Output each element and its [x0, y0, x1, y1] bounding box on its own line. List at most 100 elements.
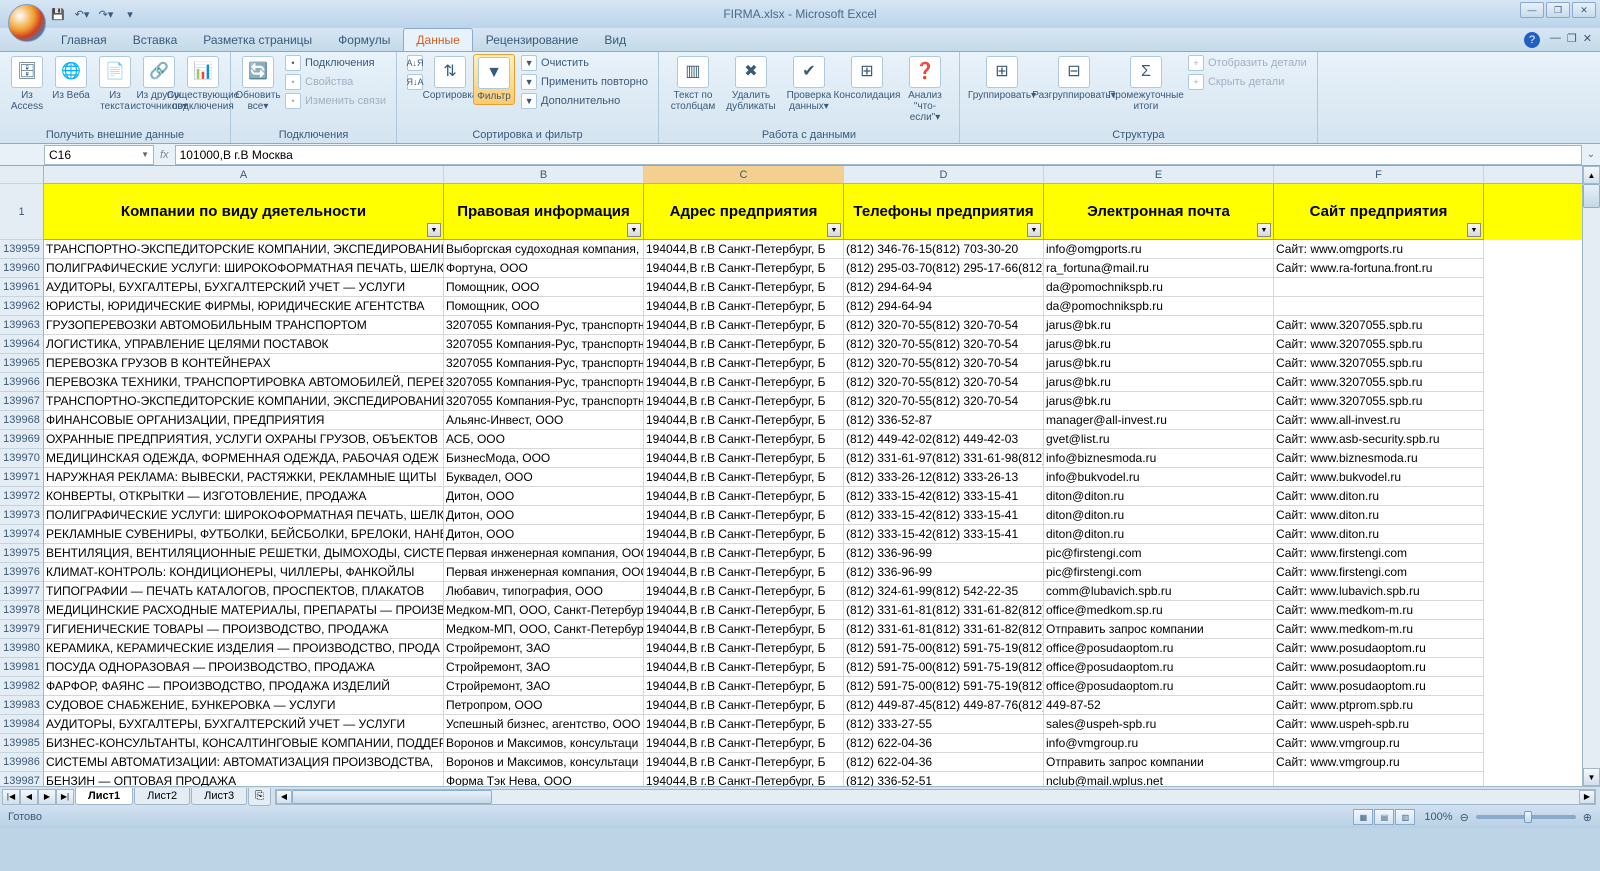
table-cell[interactable]: 194044,В г.В Санкт-Петербург, Б: [644, 487, 844, 506]
table-cell[interactable]: ТИПОГРАФИИ — ПЕЧАТЬ КАТАЛОГОВ, ПРОСПЕКТО…: [44, 582, 444, 601]
table-cell[interactable]: 194044,В г.В Санкт-Петербург, Б: [644, 563, 844, 582]
table-cell[interactable]: МЕДИЦИНСКИЕ РАСХОДНЫЕ МАТЕРИАЛЫ, ПРЕПАРА…: [44, 601, 444, 620]
table-cell[interactable]: Первая инженерная компания, ООО: [444, 544, 644, 563]
row-header[interactable]: 139970: [0, 449, 43, 468]
row-header[interactable]: 139969: [0, 430, 43, 449]
table-cell[interactable]: Дитон, ООО: [444, 525, 644, 544]
table-cell[interactable]: diton@diton.ru: [1044, 525, 1274, 544]
table-cell[interactable]: 3207055 Компания-Рус, транспортн: [444, 373, 644, 392]
table-cell[interactable]: (812) 591-75-00(812) 591-75-19(812) 5: [844, 639, 1044, 658]
table-cell[interactable]: gvet@list.ru: [1044, 430, 1274, 449]
table-cell[interactable]: ОХРАННЫЕ ПРЕДПРИЯТИЯ, УСЛУГИ ОХРАНЫ ГРУЗ…: [44, 430, 444, 449]
table-cell[interactable]: [1274, 297, 1484, 316]
table-cell[interactable]: 3207055 Компания-Рус, транспортн: [444, 316, 644, 335]
table-cell[interactable]: 194044,В г.В Санкт-Петербург, Б: [644, 715, 844, 734]
row-header[interactable]: 139967: [0, 392, 43, 411]
ribbon-small-button[interactable]: •Изменить связи: [281, 92, 390, 110]
close-button[interactable]: ✕: [1572, 2, 1596, 18]
undo-icon[interactable]: ↶▾: [72, 4, 92, 24]
table-cell[interactable]: Сайт: www.3207055.spb.ru: [1274, 354, 1484, 373]
column-header[interactable]: C: [644, 166, 844, 183]
doc-restore[interactable]: ❐: [1567, 32, 1577, 45]
table-cell[interactable]: (812) 449-87-45(812) 449-87-76(812): [844, 696, 1044, 715]
doc-close[interactable]: ✕: [1583, 32, 1592, 45]
scroll-right-icon[interactable]: ▶: [1579, 790, 1595, 804]
table-cell[interactable]: 194044,В г.В Санкт-Петербург, Б: [644, 620, 844, 639]
normal-view-button[interactable]: ▦: [1353, 809, 1373, 825]
table-cell[interactable]: (812) 346-76-15(812) 703-30-20: [844, 240, 1044, 259]
ribbon-tab[interactable]: Формулы: [325, 28, 403, 51]
maximize-button[interactable]: ❐: [1546, 2, 1570, 18]
table-cell[interactable]: Воронов и Максимов, консультаци: [444, 753, 644, 772]
table-cell[interactable]: Помощник, ООО: [444, 297, 644, 316]
table-cell[interactable]: РЕКЛАМНЫЕ СУВЕНИРЫ, ФУТБОЛКИ, БЕЙСБОЛКИ,…: [44, 525, 444, 544]
sort-az-button[interactable]: А↓Я: [403, 54, 427, 72]
row-header[interactable]: 139977: [0, 582, 43, 601]
table-cell[interactable]: Стройремонт, ЗАО: [444, 639, 644, 658]
table-cell[interactable]: diton@diton.ru: [1044, 506, 1274, 525]
table-cell[interactable]: Медком-МП, ООО, Санкт-Петербур: [444, 620, 644, 639]
table-cell[interactable]: (812) 331-61-81(812) 331-61-82(812) 3: [844, 620, 1044, 639]
table-cell[interactable]: 194044,В г.В Санкт-Петербург, Б: [644, 278, 844, 297]
row-header[interactable]: 139986: [0, 753, 43, 772]
ribbon-button[interactable]: ✔Проверка данных▾: [781, 54, 837, 114]
table-cell[interactable]: 3207055 Компания-Рус, транспортн: [444, 354, 644, 373]
row-header[interactable]: 139971: [0, 468, 43, 487]
table-cell[interactable]: ФИНАНСОВЫЕ ОРГАНИЗАЦИИ, ПРЕДПРИЯТИЯ: [44, 411, 444, 430]
refresh-all-button[interactable]: 🔄Обновить все▾: [237, 54, 279, 114]
table-cell[interactable]: Отправить запрос компании: [1044, 620, 1274, 639]
table-cell[interactable]: jarus@bk.ru: [1044, 316, 1274, 335]
ribbon-button[interactable]: ❓Анализ "что-если"▾: [897, 54, 953, 125]
table-cell[interactable]: 194044,В г.В Санкт-Петербург, Б: [644, 772, 844, 786]
table-cell[interactable]: 194044,В г.В Санкт-Петербург, Б: [644, 696, 844, 715]
zoom-level[interactable]: 100%: [1424, 811, 1452, 823]
ribbon-button[interactable]: ✖Удалить дубликаты: [723, 54, 779, 114]
filter-button[interactable]: ▼Фильтр: [473, 54, 515, 105]
table-cell[interactable]: БизнесМода, ООО: [444, 449, 644, 468]
formula-input[interactable]: 101000,В г.В Москва: [175, 145, 1582, 165]
row-header[interactable]: 139962: [0, 297, 43, 316]
ribbon-small-button[interactable]: ▼Очистить: [517, 54, 652, 72]
help-icon[interactable]: ?: [1524, 32, 1540, 48]
table-cell[interactable]: manager@all-invest.ru: [1044, 411, 1274, 430]
table-cell[interactable]: 194044,В г.В Санкт-Петербург, Б: [644, 449, 844, 468]
table-cell[interactable]: (812) 336-52-87: [844, 411, 1044, 430]
row-header[interactable]: 139979: [0, 620, 43, 639]
table-cell[interactable]: (812) 294-64-94: [844, 297, 1044, 316]
table-cell[interactable]: АСБ, ООО: [444, 430, 644, 449]
table-cell[interactable]: Сайт: www.firstengi.com: [1274, 563, 1484, 582]
table-cell[interactable]: office@posudaoptom.ru: [1044, 677, 1274, 696]
select-all-button[interactable]: [0, 166, 43, 184]
table-cell[interactable]: (812) 320-70-55(812) 320-70-54: [844, 354, 1044, 373]
table-cell[interactable]: СИСТЕМЫ АВТОМАТИЗАЦИИ: АВТОМАТИЗАЦИЯ ПРО…: [44, 753, 444, 772]
table-cell[interactable]: office@medkom.sp.ru: [1044, 601, 1274, 620]
row-header[interactable]: 139968: [0, 411, 43, 430]
table-cell[interactable]: (812) 331-61-97(812) 331-61-98(812): [844, 449, 1044, 468]
table-cell[interactable]: pic@firstengi.com: [1044, 563, 1274, 582]
table-cell[interactable]: (812) 449-42-02(812) 449-42-03: [844, 430, 1044, 449]
table-cell[interactable]: Фортуна, ООО: [444, 259, 644, 278]
ribbon-tab[interactable]: Главная: [48, 28, 120, 51]
table-cell[interactable]: jarus@bk.ru: [1044, 392, 1274, 411]
row-header[interactable]: 139960: [0, 259, 43, 278]
table-cell[interactable]: Выборгская судоходная компания,: [444, 240, 644, 259]
table-cell[interactable]: (812) 320-70-55(812) 320-70-54: [844, 316, 1044, 335]
ribbon-tab[interactable]: Данные: [403, 28, 472, 51]
table-cell[interactable]: Первая инженерная компания, ООО: [444, 563, 644, 582]
table-cell[interactable]: КЕРАМИКА, КЕРАМИЧЕСКИЕ ИЗДЕЛИЯ — ПРОИЗВО…: [44, 639, 444, 658]
table-cell[interactable]: (812) 336-52-51: [844, 772, 1044, 786]
table-cell[interactable]: 449-87-52: [1044, 696, 1274, 715]
table-cell[interactable]: Успешный бизнес, агентство, ООО: [444, 715, 644, 734]
ribbon-button[interactable]: ▥Текст по столбцам: [665, 54, 721, 114]
row-header[interactable]: 139980: [0, 639, 43, 658]
table-cell[interactable]: jarus@bk.ru: [1044, 373, 1274, 392]
table-cell[interactable]: АУДИТОРЫ, БУХГАЛТЕРЫ, БУХГАЛТЕРСКИЙ УЧЕТ…: [44, 278, 444, 297]
table-cell[interactable]: 194044,В г.В Санкт-Петербург, Б: [644, 601, 844, 620]
table-cell[interactable]: [1274, 772, 1484, 786]
page-break-button[interactable]: ▥: [1395, 809, 1415, 825]
table-cell[interactable]: БИЗНЕС-КОНСУЛЬТАНТЫ, КОНСАЛТИНГОВЫЕ КОМП…: [44, 734, 444, 753]
ribbon-tab[interactable]: Рецензирование: [473, 28, 592, 51]
table-cell[interactable]: 194044,В г.В Санкт-Петербург, Б: [644, 677, 844, 696]
table-cell[interactable]: 194044,В г.В Санкт-Петербург, Б: [644, 753, 844, 772]
filter-dropdown-icon[interactable]: ▼: [1467, 223, 1481, 237]
